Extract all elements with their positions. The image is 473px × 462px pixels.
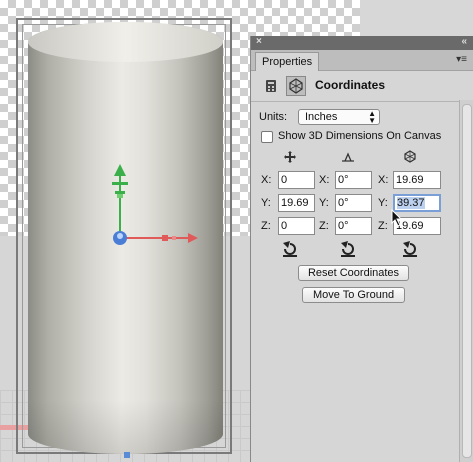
- position-z-value: 0: [281, 220, 288, 232]
- close-icon[interactable]: ×: [256, 36, 262, 47]
- panel-tabbar: Properties ▾≡: [251, 50, 473, 71]
- cylinder-top: [28, 22, 223, 62]
- properties-panel: × « Properties ▾≡ Coordinates Units: Inc…: [250, 36, 473, 462]
- position-x-label: X:: [261, 174, 272, 186]
- calculator-icon[interactable]: [264, 79, 278, 93]
- tab-properties[interactable]: Properties: [255, 52, 320, 71]
- show-3d-dimensions-label: Show 3D Dimensions On Canvas: [278, 130, 442, 142]
- transform-gizmo[interactable]: [100, 160, 210, 260]
- rotation-x-label: X:: [319, 174, 330, 186]
- cursor-icon: [391, 209, 403, 227]
- scale-y-label: Y:: [378, 197, 388, 209]
- rotation-y-label: Y:: [319, 197, 329, 209]
- units-label: Units:: [259, 111, 288, 123]
- move-to-ground-button[interactable]: Move To Ground: [302, 287, 405, 303]
- position-x-field[interactable]: 0: [278, 171, 315, 189]
- reset-scale-icon[interactable]: [401, 240, 419, 258]
- position-y-value: 19.69: [281, 197, 309, 209]
- units-value: Inches: [305, 111, 338, 123]
- reset-coordinates-button[interactable]: Reset Coordinates: [298, 265, 409, 281]
- position-z-field[interactable]: 0: [278, 217, 315, 235]
- rotation-x-field[interactable]: 0°: [335, 171, 372, 189]
- collapse-icon[interactable]: «: [461, 36, 467, 47]
- rotate-icon: [342, 152, 354, 162]
- coordinates-icon[interactable]: [286, 76, 306, 96]
- scale-x-field[interactable]: 19.69: [393, 171, 441, 189]
- rotation-z-field[interactable]: 0°: [335, 217, 372, 235]
- panel-scrollbar[interactable]: [459, 100, 473, 462]
- reset-rotation-icon[interactable]: [339, 240, 357, 258]
- scale-x-label: X:: [378, 174, 389, 186]
- cylinder-bottom-shade: [28, 400, 223, 454]
- position-y-field[interactable]: 19.69: [278, 194, 315, 212]
- panel-titlebar: × «: [251, 36, 473, 50]
- position-y-label: Y:: [261, 197, 271, 209]
- scale-x-value: 19.69: [396, 174, 424, 186]
- position-z-label: Z:: [261, 220, 271, 232]
- y-axis-arrow: [114, 164, 126, 176]
- panel-header: Coordinates: [251, 71, 473, 102]
- panel-menu-icon[interactable]: ▾≡: [456, 54, 467, 65]
- units-select[interactable]: Inches ▲ ▼: [298, 109, 380, 125]
- panel-title: Coordinates: [315, 78, 386, 92]
- select-arrows-icon: ▲ ▼: [368, 109, 376, 125]
- rotation-x-value: 0°: [338, 174, 349, 186]
- canvas-background: [360, 0, 473, 40]
- scrollbar-thumb[interactable]: [462, 104, 472, 458]
- show-3d-dimensions-checkbox[interactable]: [261, 131, 273, 143]
- scale-z-label: Z:: [378, 220, 388, 232]
- scale-icon: [404, 150, 416, 163]
- reset-position-icon[interactable]: [281, 240, 299, 258]
- x-axis-arrow: [188, 233, 198, 243]
- ground-axis-blue-marker: [124, 452, 130, 458]
- move-icon: [284, 151, 296, 163]
- rotation-y-field[interactable]: 0°: [335, 194, 372, 212]
- scale-y-value: 39.37: [397, 197, 425, 209]
- rotation-y-value: 0°: [338, 197, 349, 209]
- rotation-z-value: 0°: [338, 220, 349, 232]
- rotation-z-label: Z:: [319, 220, 329, 232]
- position-x-value: 0: [281, 174, 288, 186]
